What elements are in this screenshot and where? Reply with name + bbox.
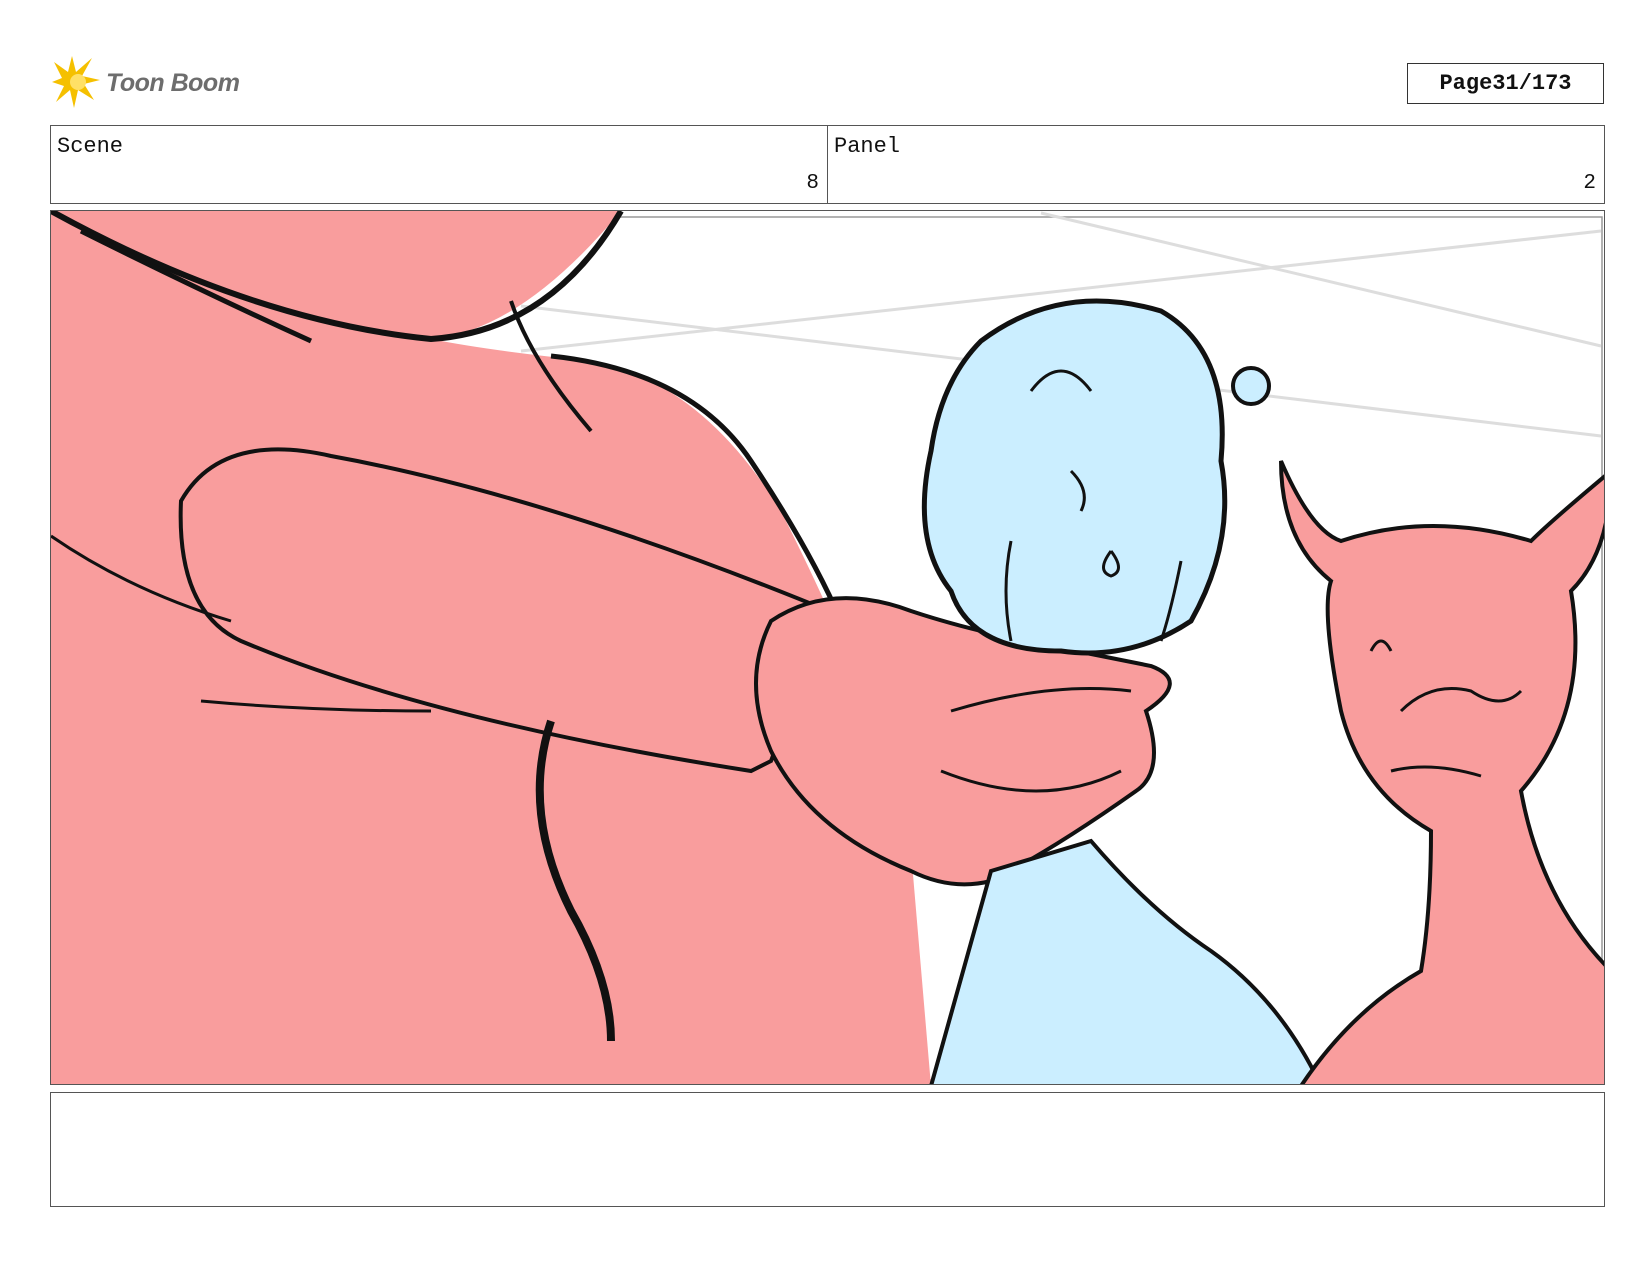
- logo-text: Toon Boom: [106, 68, 240, 97]
- storyboard-drawing: [51, 211, 1604, 1084]
- page-number: 31/173: [1492, 71, 1572, 96]
- page-label: Page: [1439, 71, 1493, 96]
- scene-number: 8: [806, 172, 819, 195]
- scene-cell: Scene 8: [51, 126, 827, 203]
- toon-boom-logo: Toon Boom: [52, 56, 240, 110]
- scene-label: Scene: [57, 134, 124, 159]
- background-character: [1279, 460, 1604, 1084]
- panel-label: Panel: [834, 134, 901, 159]
- storyboard-frame: [50, 210, 1605, 1085]
- page-indicator: Page 31/173: [1407, 63, 1604, 104]
- panel-number: 2: [1583, 172, 1596, 195]
- starburst-logo-icon: [52, 56, 100, 108]
- notes-box: [50, 1092, 1605, 1207]
- middle-character-body: [929, 838, 1323, 1084]
- scene-panel-info: Scene 8 Panel 2: [50, 125, 1605, 204]
- panel-cell: Panel 2: [827, 126, 1604, 203]
